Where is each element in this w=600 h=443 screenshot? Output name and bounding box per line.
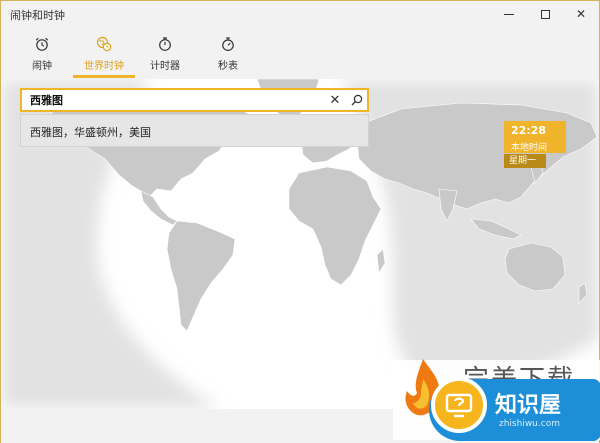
clear-search-button[interactable]: ✕ <box>327 91 343 109</box>
tab-world-clock[interactable]: 世界时钟 <box>81 31 127 77</box>
watermark-circle <box>431 377 487 433</box>
app-title: 闹钟和时钟 <box>10 9 65 22</box>
local-time-card[interactable]: 22:28 本地时间 <box>504 121 566 153</box>
search-suggestion-list: 西雅图，华盛顿州，美国 <box>20 114 369 147</box>
tab-alarm[interactable]: 闹钟 <box>26 31 58 77</box>
minimize-button[interactable] <box>491 1 527 27</box>
stopwatch-icon <box>222 37 234 51</box>
tab-world-clock-label: 世界时钟 <box>84 61 124 72</box>
tab-timer[interactable]: 计时器 <box>147 31 183 77</box>
tab-timer-label: 计时器 <box>150 61 180 72</box>
search-suggestion-item[interactable]: 西雅图，华盛顿州，美国 <box>30 124 151 140</box>
alarm-clock-icon <box>35 37 49 51</box>
close-icon: ✕ <box>329 92 341 108</box>
local-time-value: 22:28 <box>511 124 547 137</box>
active-tab-indicator <box>73 75 135 78</box>
tab-stopwatch-label: 秒表 <box>218 61 238 72</box>
watermark-brand-2: 知识屋 <box>495 393 562 418</box>
weekday-badge: 星期一 <box>504 154 546 168</box>
world-clock-icon <box>96 36 112 52</box>
tab-alarm-label: 闹钟 <box>32 61 52 72</box>
title-bar: 闹钟和时钟 ✕ <box>1 1 599 27</box>
close-button[interactable]: ✕ <box>563 1 599 27</box>
search-button[interactable] <box>349 91 365 109</box>
app-window: 闹钟和时钟 ✕ 闹钟 世界时钟 计时器 秒表 西雅图 ✕ 西雅图，华盛顿州，美国… <box>0 0 600 443</box>
close-icon: ✕ <box>575 7 587 21</box>
minimize-icon <box>504 13 514 15</box>
watermark: 完美下载 知识屋 zhishiwu.com <box>393 355 600 443</box>
search-icon <box>351 94 363 106</box>
maximize-icon <box>540 9 550 19</box>
maximize-button[interactable] <box>527 1 563 27</box>
timer-icon <box>159 37 171 51</box>
tab-stopwatch[interactable]: 秒表 <box>213 31 243 77</box>
city-search-box[interactable]: ✕ <box>20 88 369 112</box>
tab-bar: 闹钟 世界时钟 计时器 秒表 <box>1 31 599 79</box>
question-monitor-icon <box>445 393 473 418</box>
watermark-url: zhishiwu.com <box>499 419 560 429</box>
search-input[interactable] <box>30 92 320 108</box>
local-time-label: 本地时间 <box>511 143 548 153</box>
